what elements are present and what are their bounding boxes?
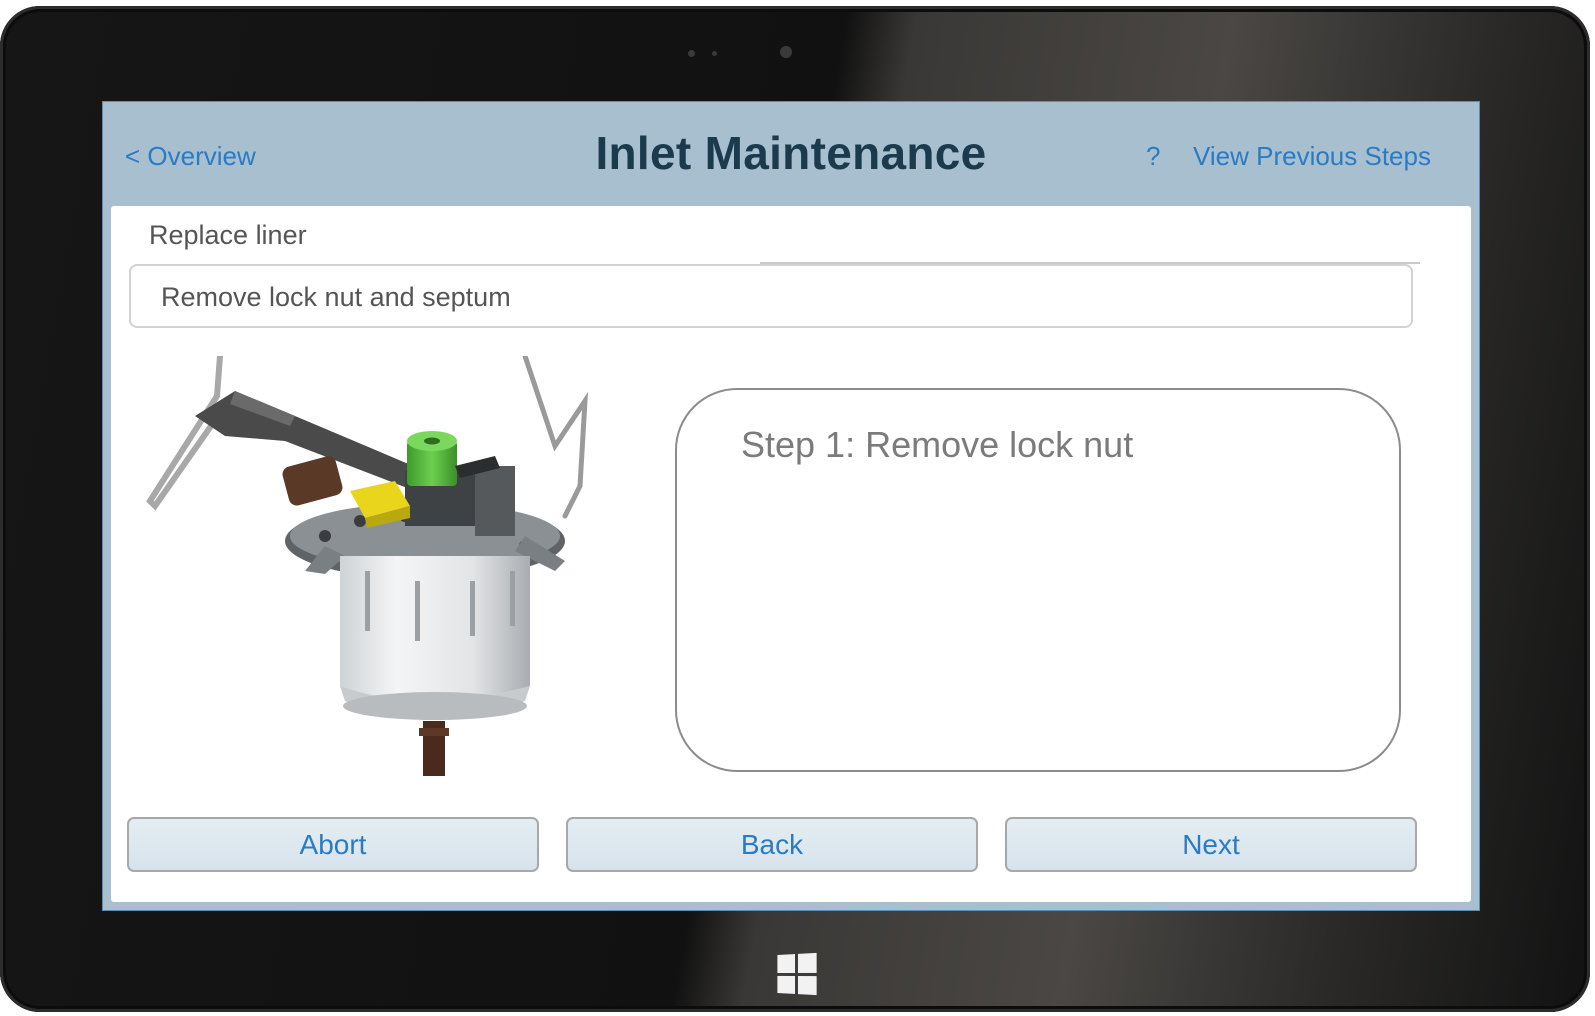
camera-lens-icon (780, 46, 792, 58)
abort-button[interactable]: Abort (127, 817, 539, 872)
back-button[interactable]: Back (566, 817, 978, 872)
app-screen: < Overview Inlet Maintenance ? View Prev… (102, 101, 1480, 911)
section-label: Replace liner (149, 220, 307, 250)
app-header: < Overview Inlet Maintenance ? View Prev… (103, 102, 1479, 206)
help-button[interactable]: ? (1146, 141, 1160, 172)
inlet-assembly-icon (146, 353, 589, 776)
sensor-icon (712, 51, 717, 56)
procedure-panel: Replace liner Remove lock nut and septum (111, 206, 1471, 902)
inlet-assembly-illustration (125, 353, 595, 796)
camera-icon (688, 50, 695, 57)
step-instruction: Step 1: Remove lock nut (741, 424, 1134, 465)
view-previous-steps-link[interactable]: View Previous Steps (1193, 141, 1431, 172)
step-title: Remove lock nut and septum (161, 282, 511, 312)
step-title-box: Remove lock nut and septum (129, 264, 1413, 328)
next-button[interactable]: Next (1005, 817, 1417, 872)
windows-logo-icon[interactable] (777, 952, 817, 996)
instruction-box: Step 1: Remove lock nut (675, 388, 1401, 772)
